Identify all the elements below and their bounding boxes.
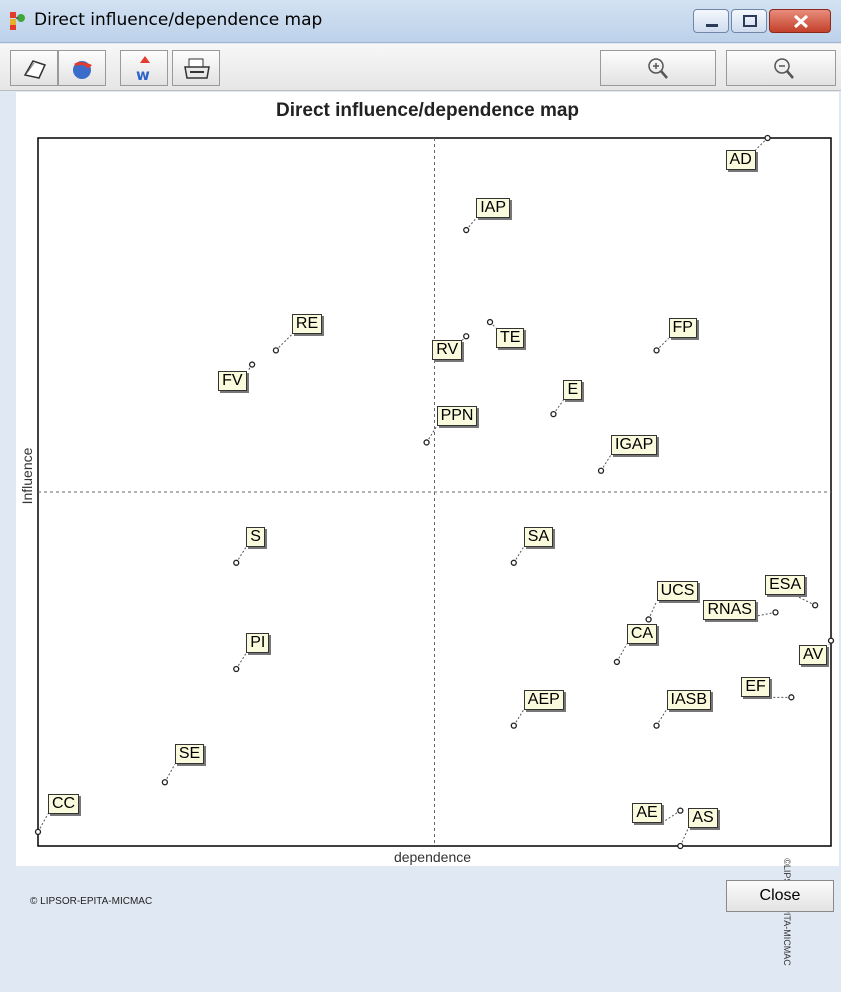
point-pi: [233, 665, 240, 673]
point-label-ad: AD: [725, 150, 756, 170]
point-label-ae: AE: [632, 802, 662, 823]
point-label-av: AV: [799, 644, 828, 665]
point-igap: [597, 467, 605, 474]
point-label-ppn: PPN: [436, 406, 478, 427]
point-ae: [677, 807, 684, 814]
point-ef: [788, 694, 795, 701]
point-esa: [811, 602, 819, 609]
web-icon: w: [136, 56, 150, 84]
point-rnas: [772, 609, 779, 616]
point-ca: [613, 658, 621, 666]
point-iap: [463, 226, 470, 234]
point-ad: [764, 134, 771, 142]
minimize-icon: [706, 24, 718, 27]
point-label-iasb: IASB: [666, 689, 711, 710]
point-te: [486, 318, 494, 326]
point-label-e: E: [563, 380, 583, 401]
point-label-sa: SA: [523, 526, 554, 547]
point-ppn: [423, 439, 430, 446]
point-aep: [510, 722, 517, 729]
svg-text:w: w: [136, 66, 150, 84]
print-button[interactable]: [172, 50, 220, 86]
point-label-te: TE: [496, 328, 525, 349]
footer-credit: © LIPSOR-EPITA-MICMAC: [30, 896, 153, 907]
copy-button[interactable]: [10, 50, 58, 86]
point-label-se: SE: [174, 744, 205, 765]
window-title: Direct influence/dependence map: [34, 10, 323, 30]
point-label-ca: CA: [626, 623, 658, 644]
point-label-cc: CC: [48, 793, 80, 814]
maximize-button[interactable]: [731, 9, 767, 33]
minimize-button[interactable]: [693, 9, 729, 33]
zoom-out-icon: [774, 58, 794, 79]
influence-dependence-chart: [34, 134, 835, 850]
toolbar: w: [0, 44, 841, 91]
point-iasb: [653, 722, 660, 729]
zoom-in-button[interactable]: [600, 50, 716, 86]
point-label-rnas: RNAS: [703, 600, 756, 621]
point-label-aep: AEP: [523, 689, 564, 710]
point-as: [677, 842, 684, 850]
close-button[interactable]: Close: [726, 880, 834, 912]
point-fv: [248, 361, 256, 368]
print-icon: [184, 58, 210, 79]
point-s: [233, 559, 240, 566]
point-label-ucs: UCS: [656, 581, 699, 602]
point-label-as: AS: [688, 808, 718, 828]
point-label-fp: FP: [668, 318, 697, 339]
point-e: [550, 410, 557, 418]
point-label-re: RE: [291, 314, 323, 335]
x-axis-label: dependence: [393, 849, 472, 865]
zoom-in-icon: [648, 58, 668, 79]
close-window-button[interactable]: [769, 9, 831, 33]
point-ucs: [645, 616, 652, 623]
micmac-app-icon: [10, 12, 25, 30]
export-icon: [73, 61, 92, 79]
y-axis-label: Influence: [19, 447, 35, 505]
plot-panel: Direct influence/dependence map AD IAP FP R…: [16, 92, 839, 966]
point-av: [827, 637, 835, 644]
window-titlebar: Direct influence/dependence map: [0, 0, 841, 43]
point-label-ef: EF: [741, 677, 770, 698]
point-label-fv: FV: [218, 370, 247, 391]
point-label-rv: RV: [432, 340, 463, 361]
point-fp: [653, 347, 660, 354]
web-button[interactable]: w: [120, 50, 168, 86]
point-label-pi: PI: [246, 633, 270, 653]
copy-icon: [23, 60, 47, 79]
point-label-igap: IGAP: [611, 434, 658, 455]
point-label-s: S: [246, 526, 265, 547]
close-icon: [793, 14, 809, 29]
maximize-icon: [743, 15, 757, 27]
point-label-iap: IAP: [476, 198, 511, 219]
point-cc: [34, 828, 42, 835]
watermark: ©LIPSOR-EPITA-MICMAC: [782, 832, 792, 992]
point-se: [161, 779, 169, 786]
zoom-out-button[interactable]: [726, 50, 836, 86]
export-button[interactable]: [58, 50, 106, 86]
point-sa: [510, 559, 517, 566]
point-re: [272, 347, 280, 354]
point-rv: [463, 333, 470, 340]
point-label-esa: ESA: [765, 575, 806, 596]
